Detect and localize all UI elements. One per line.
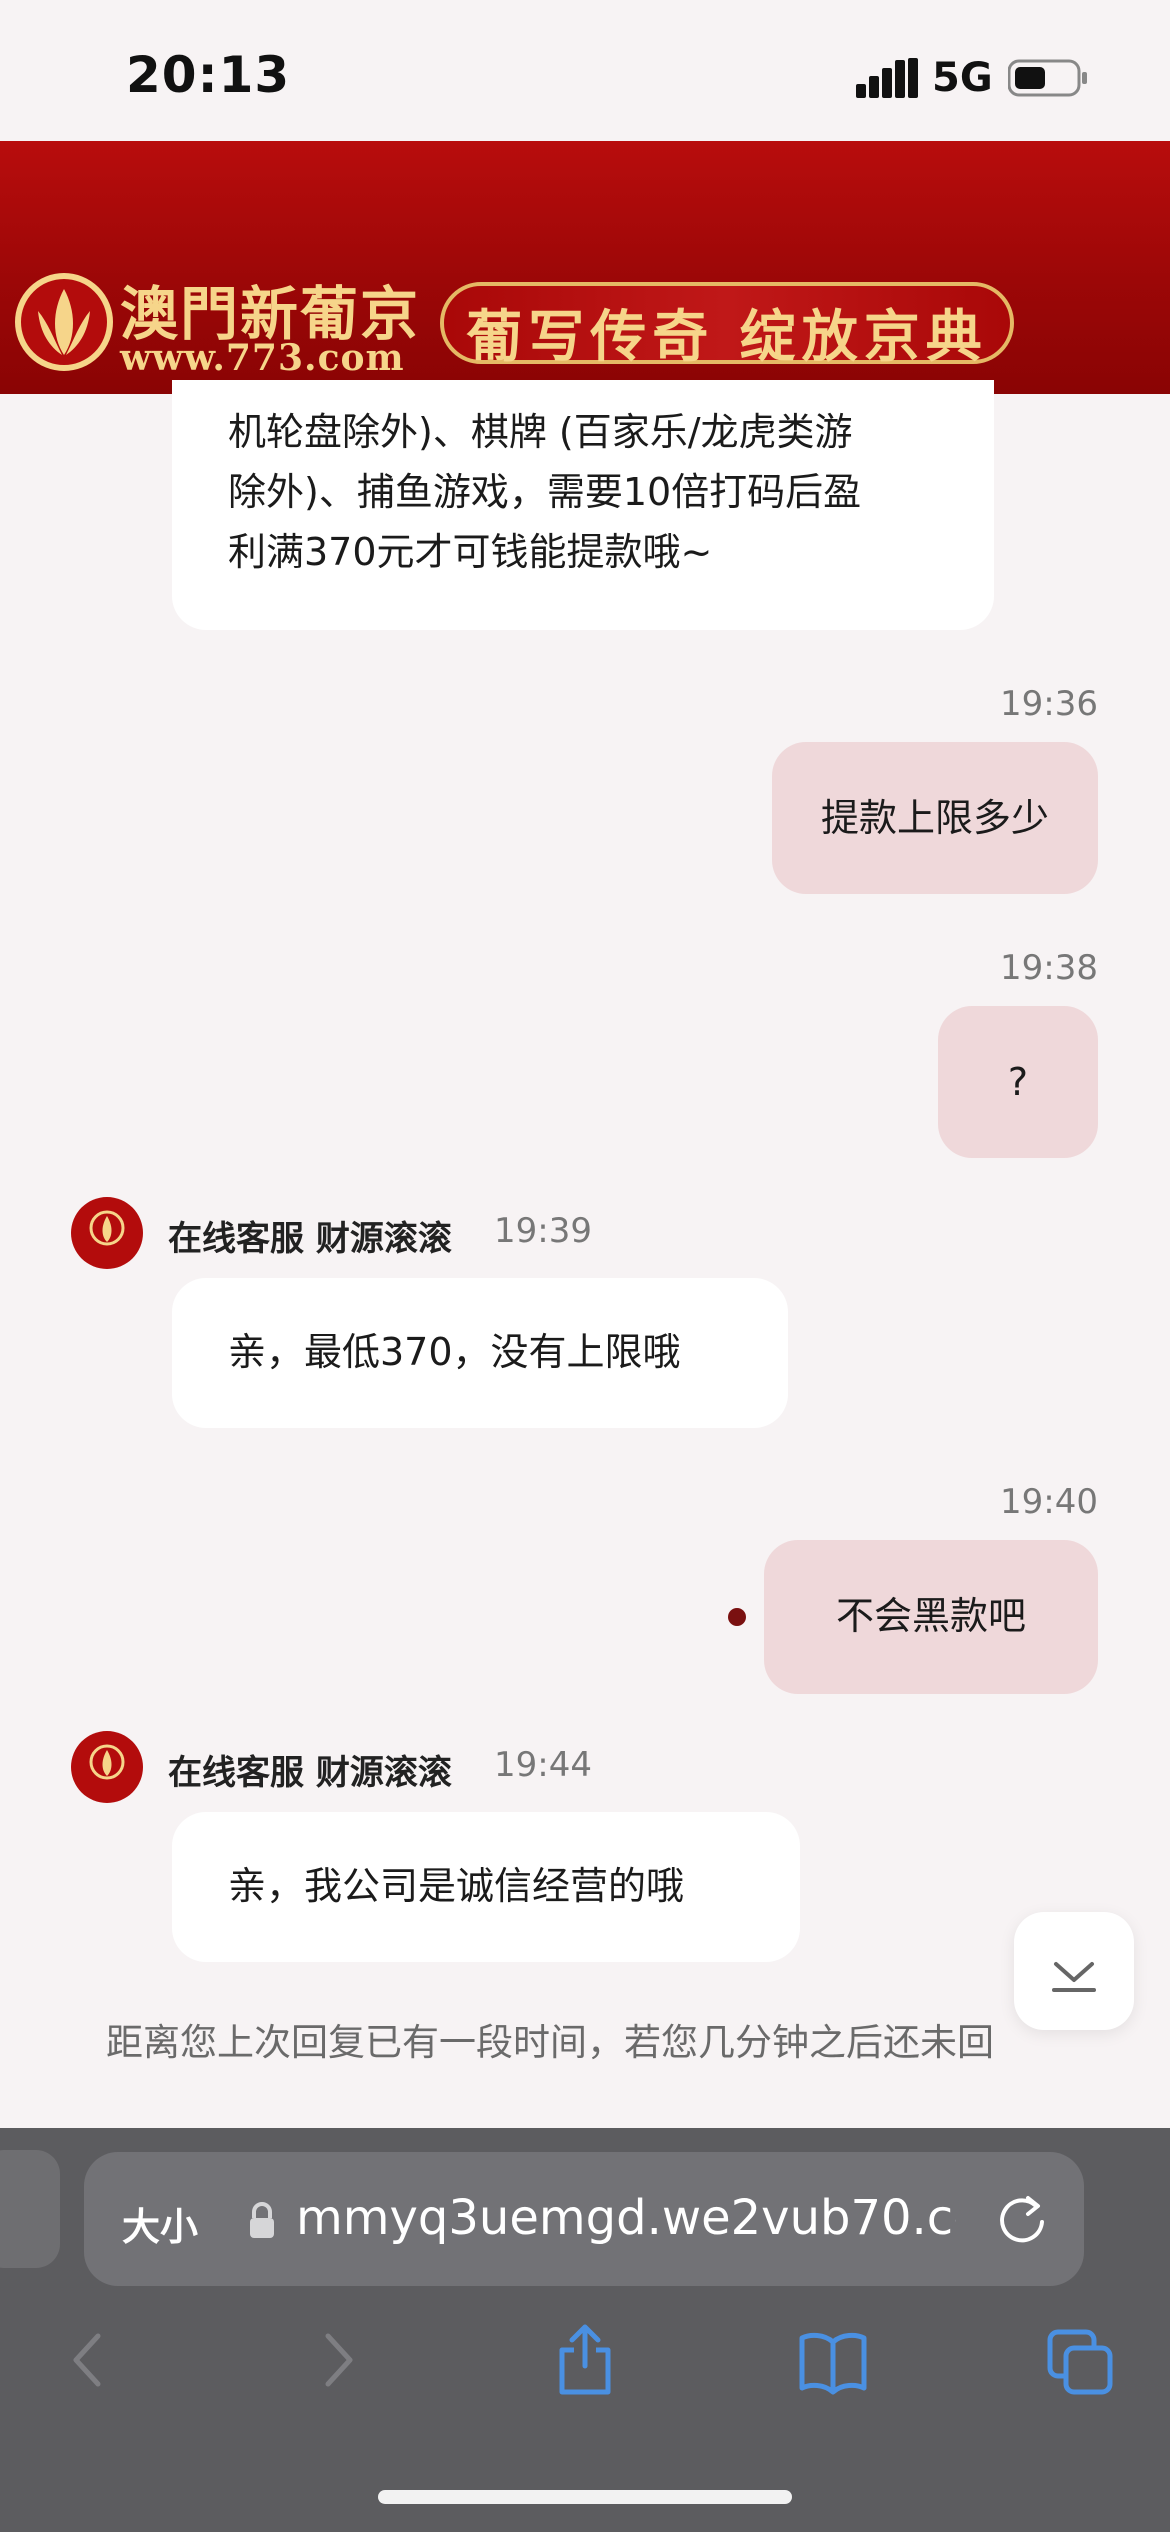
lock-icon — [250, 2202, 274, 2238]
message-text: 提款上限多少 — [820, 796, 1049, 840]
message-bubble-incoming[interactable]: 亲，我公司是诚信经营的哦 — [172, 1812, 800, 1962]
message-line: 除外)、捕鱼游戏，需要10倍打码后盈 — [228, 470, 862, 514]
url-text[interactable]: mmyq3uemgd.we2vub70.com — [296, 2190, 956, 2246]
message-line: 利满370元才可钱能提款哦~ — [228, 530, 713, 574]
reload-icon[interactable] — [992, 2188, 1052, 2248]
lotus-logo-icon — [15, 273, 113, 371]
message-timestamp: 19:44 — [494, 1745, 592, 1785]
status-time: 20:13 — [126, 46, 291, 104]
casino-banner[interactable]: 澳門新葡京 www.773.com 葡写传奇 绽放京典 — [0, 141, 1170, 394]
message-text: 亲，我公司是诚信经营的哦 — [228, 1864, 685, 1908]
banner-slogan: 葡写传奇 绽放京典 — [466, 304, 988, 370]
message-timestamp: 19:39 — [494, 1211, 592, 1251]
signal-icon — [856, 58, 918, 98]
banner-slogan-box: 葡写传奇 绽放京典 — [440, 282, 1014, 370]
message-text: 不会黑款吧 — [835, 1594, 1026, 1638]
inactivity-notice: 距离您上次回复已有一段时间，若您几分钟之后还未回 — [106, 2021, 994, 2064]
message-bubble-outgoing[interactable]: 提款上限多少 — [772, 742, 1098, 894]
agent-avatar — [71, 1197, 143, 1269]
previous-tab-preview[interactable] — [0, 2150, 60, 2268]
agent-name: 在线客服 财源滚滚 — [168, 1753, 452, 1793]
battery-icon — [1008, 59, 1087, 97]
banner-url: www.773.com — [120, 337, 405, 379]
tabs-icon[interactable] — [1046, 2322, 1116, 2398]
share-icon[interactable] — [550, 2322, 620, 2398]
message-bubble-outgoing[interactable]: 不会黑款吧 — [764, 1540, 1098, 1694]
message-bubble-outgoing[interactable]: ? — [938, 1006, 1098, 1158]
message-timestamp: 19:40 — [1000, 1482, 1098, 1522]
message-bubble-partial: 机轮盘除外)、棋牌 (百家乐/龙虎类游 除外)、捕鱼游戏，需要10倍打码后盈 利… — [172, 380, 994, 630]
message-text: ? — [1007, 1060, 1029, 1104]
agent-avatar — [71, 1731, 143, 1803]
bookmarks-icon[interactable] — [798, 2322, 868, 2398]
home-indicator — [378, 2490, 792, 2504]
text-size-button[interactable]: 大小 — [122, 2196, 198, 2251]
message-bubble-incoming[interactable]: 亲，最低370，没有上限哦 — [172, 1278, 788, 1428]
agent-name: 在线客服 财源滚滚 — [168, 1219, 452, 1259]
message-text: 亲，最低370，没有上限哦 — [228, 1330, 681, 1374]
network-type: 5G — [932, 55, 993, 101]
back-icon[interactable] — [54, 2322, 124, 2398]
status-bar: 20:13 5G — [0, 0, 1170, 141]
unread-dot — [728, 1608, 746, 1626]
message-timestamp: 19:38 — [1000, 948, 1098, 988]
message-line: 机轮盘除外)、棋牌 (百家乐/龙虎类游 — [228, 410, 853, 454]
forward-icon[interactable] — [302, 2322, 372, 2398]
message-timestamp: 19:36 — [1000, 684, 1098, 724]
